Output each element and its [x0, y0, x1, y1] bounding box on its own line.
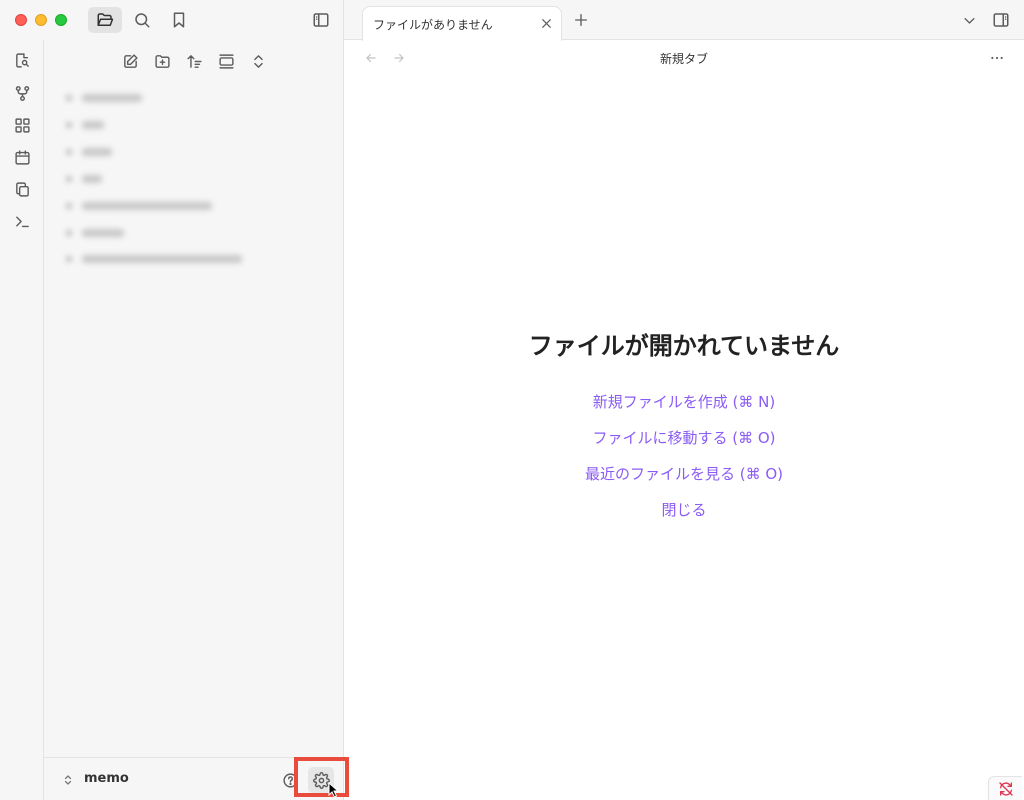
edit-icon: [123, 53, 138, 68]
folder-open-icon: [97, 13, 114, 26]
mouse-cursor-icon: [328, 782, 340, 798]
copy-icon: [15, 181, 29, 197]
calendar-icon: [14, 149, 30, 165]
file-explorer-tab[interactable]: [88, 7, 122, 33]
highlight-annotation: [294, 757, 349, 797]
chevron-down-icon: [964, 17, 974, 24]
canvas-button[interactable]: [8, 112, 36, 138]
layout-dashboard-icon: [14, 117, 30, 133]
quick-switcher-button[interactable]: [8, 47, 36, 73]
view-title: 新規タブ: [659, 52, 708, 66]
tab-bar: ファイルがありません: [344, 0, 1024, 41]
new-folder-button[interactable]: [149, 48, 175, 74]
file-tree-item[interactable]: [66, 248, 242, 270]
file-tree-item[interactable]: [66, 87, 142, 109]
gallery-vertical-icon: [218, 53, 234, 69]
sidebar-left-icon: [313, 13, 329, 27]
left-column: memo: [0, 0, 344, 800]
sync-status-button[interactable]: [988, 776, 1022, 800]
sidebar-right-icon: [993, 13, 1009, 27]
command-palette-button[interactable]: [8, 208, 36, 234]
search-icon: [135, 13, 150, 28]
plus-icon: [575, 14, 587, 26]
tab-title: ファイルがありません: [373, 18, 493, 32]
more-options-button[interactable]: [986, 47, 1008, 69]
bookmarks-tab[interactable]: [166, 7, 192, 33]
tab-no-file[interactable]: ファイルがありません: [362, 6, 562, 41]
sync-off-icon: [998, 781, 1013, 796]
create-new-file-link[interactable]: 新規ファイルを作成 (⌘ N): [344, 392, 1024, 412]
git-fork-icon: [15, 85, 29, 101]
file-tree-item[interactable]: [66, 141, 112, 163]
close-icon: [541, 18, 551, 28]
file-search-icon: [15, 52, 29, 68]
close-window-button[interactable]: [15, 14, 27, 26]
chevrons-up-down-icon: [64, 775, 72, 785]
new-tab-button[interactable]: [570, 9, 592, 31]
go-to-file-link[interactable]: ファイルに移動する (⌘ O): [344, 428, 1024, 448]
collapse-sidebar-button[interactable]: [308, 7, 334, 33]
new-note-button[interactable]: [117, 48, 143, 74]
close-link[interactable]: 閉じる: [344, 500, 1024, 520]
folder-plus-icon: [154, 54, 170, 68]
bookmark-icon: [173, 12, 185, 28]
minimize-window-button[interactable]: [35, 14, 47, 26]
templates-button[interactable]: [8, 176, 36, 202]
search-tab[interactable]: [129, 7, 155, 33]
empty-state-title: ファイルが開かれていません: [528, 332, 840, 360]
sort-ascending-icon: [186, 54, 202, 68]
file-tree-item[interactable]: [66, 195, 212, 217]
chevrons-up-down-icon: [253, 54, 263, 68]
ribbon: [0, 40, 44, 800]
left-titlebar: [0, 0, 343, 40]
recent-files-link[interactable]: 最近のファイルを見る (⌘ O): [344, 464, 1024, 484]
tab-list-button[interactable]: [958, 9, 980, 31]
collapse-all-button[interactable]: [245, 48, 271, 74]
vault-name[interactable]: memo: [84, 771, 129, 786]
file-explorer-panel: memo: [44, 40, 343, 800]
vault-switcher-toggle[interactable]: [58, 770, 78, 790]
view-header: 新規タブ: [344, 40, 1024, 76]
auto-reveal-button[interactable]: [213, 48, 239, 74]
graph-view-button[interactable]: [8, 80, 36, 106]
daily-note-button[interactable]: [8, 144, 36, 170]
empty-state: ファイルが開かれていません 新規ファイルを作成 (⌘ N) ファイルに移動する …: [344, 330, 1024, 536]
toggle-right-sidebar-button[interactable]: [988, 7, 1014, 33]
close-tab-button[interactable]: [537, 14, 555, 32]
file-tree-item[interactable]: [66, 222, 124, 244]
zoom-window-button[interactable]: [55, 14, 67, 26]
more-horizontal-icon: [991, 56, 1003, 60]
terminal-icon: [15, 216, 29, 227]
sort-button[interactable]: [181, 48, 207, 74]
file-tree-item[interactable]: [66, 114, 104, 136]
file-tree-item[interactable]: [66, 168, 102, 190]
